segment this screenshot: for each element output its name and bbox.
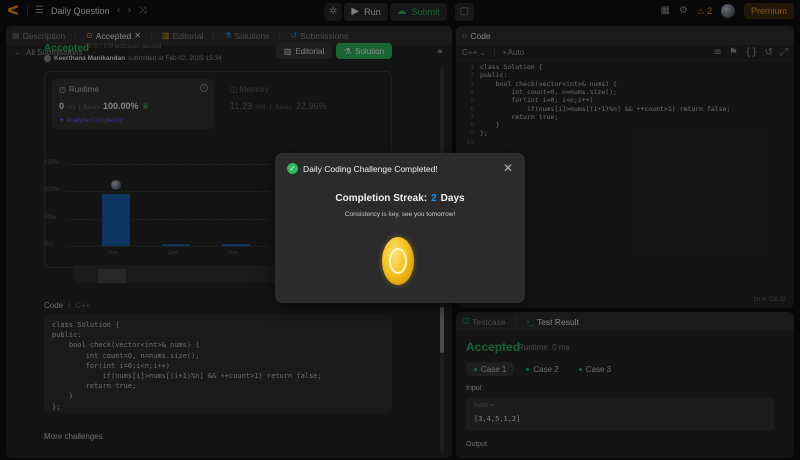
completion-streak: Completion Streak: 2 Days [275,193,525,204]
streak-number: 2 [431,193,437,204]
daily-challenge-modal: ✓ Daily Coding Challenge Completed! ✕ Co… [275,153,525,303]
streak-unit: Days [440,193,465,204]
modal-subtitle: Consistency is key, see you tomorrow! [344,211,456,218]
streak-label: Completion Streak: [335,193,428,204]
coin-emblem [389,248,407,274]
leetcode-coin-icon [382,237,414,285]
check-circle-icon: ✓ [287,163,298,174]
modal-title: Daily Coding Challenge Completed! [303,164,438,174]
close-icon[interactable]: ✕ [503,161,513,175]
